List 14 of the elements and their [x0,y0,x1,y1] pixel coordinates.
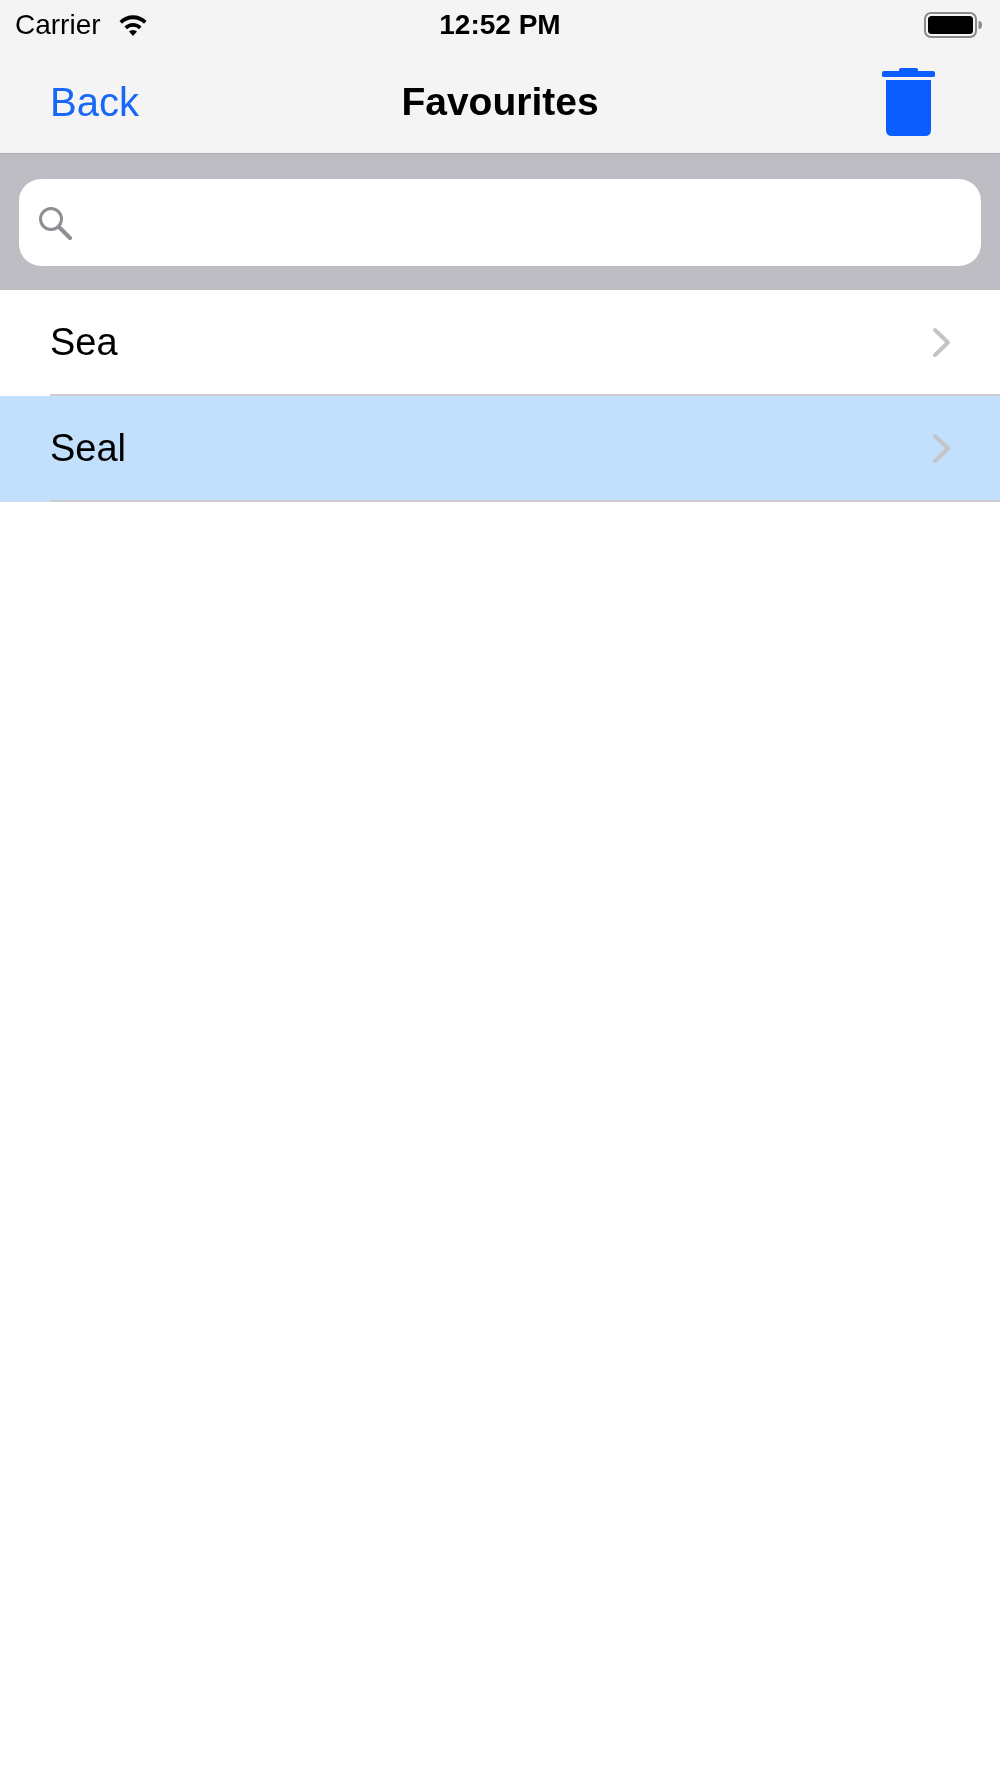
row-label: Seal [50,429,127,467]
back-button[interactable]: Back [50,81,139,122]
wifi-icon [117,14,148,36]
list-row[interactable]: Seal [0,396,1000,502]
search-field[interactable] [19,179,981,266]
trash-icon[interactable] [882,67,935,136]
chevron-icon [932,326,952,358]
chevron-icon [932,432,952,464]
screen-title: Favourites [401,82,599,121]
battery-icon [924,12,982,38]
status-time: 12:52 PM [439,11,561,39]
carrier-name: Carrier [15,11,101,39]
search-icon [38,205,72,240]
row-label: Sea [50,323,118,361]
